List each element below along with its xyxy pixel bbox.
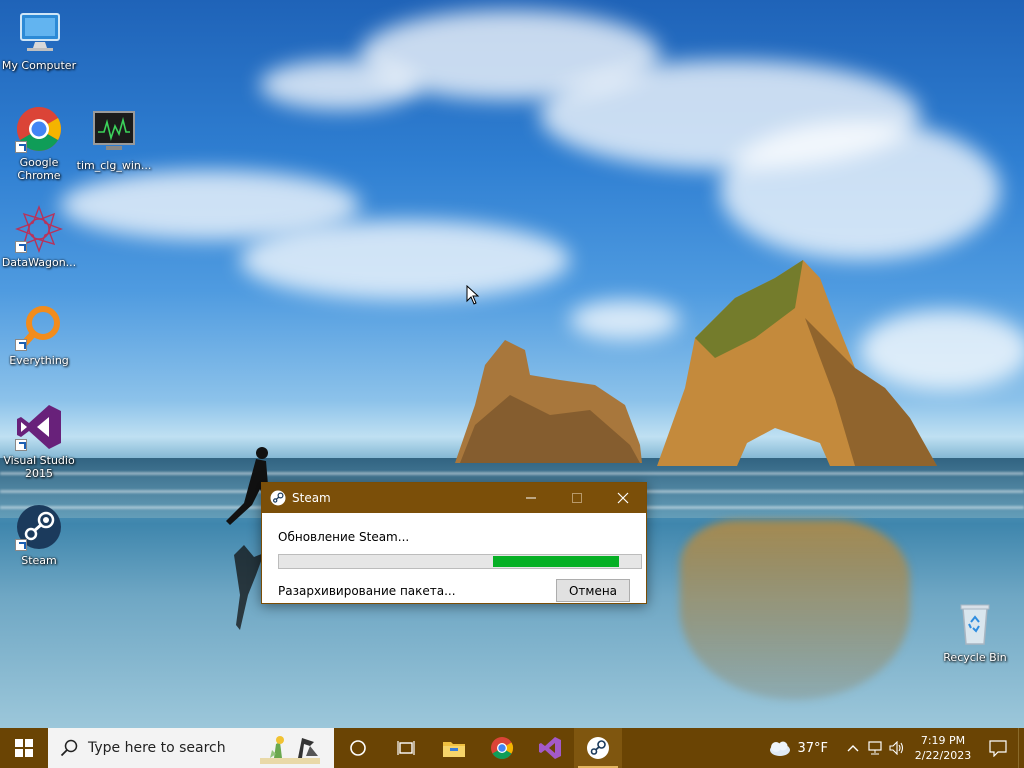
update-progress-bar xyxy=(278,554,642,569)
desktop-icon-tim-clg[interactable]: tim_clg_win... xyxy=(75,108,153,172)
windows-logo-icon xyxy=(15,739,33,757)
taskbar[interactable]: Type here to search 37°F 7:19 PM 2/22/20… xyxy=(0,728,1024,768)
volume-button[interactable] xyxy=(886,728,908,768)
large-rock-arch xyxy=(657,260,937,466)
taskbar-visual-studio[interactable] xyxy=(526,728,574,768)
wallpaper-cloud xyxy=(240,220,570,300)
weather-widget[interactable]: 37°F xyxy=(764,738,828,758)
desktop-icon-label: Google Chrome xyxy=(17,156,61,182)
file-explorer-icon xyxy=(443,742,465,757)
speaker-icon xyxy=(889,741,904,755)
wallpaper-cloud xyxy=(720,120,1000,260)
update-status-text: Обновление Steam... xyxy=(278,530,410,544)
shortcut-arrow-icon xyxy=(15,539,27,551)
minimize-button[interactable] xyxy=(508,483,554,513)
desktop-icon-datawagon[interactable]: DataWagon... xyxy=(0,205,78,269)
monitor-graph-icon xyxy=(93,111,135,150)
system-tray: 37°F 7:19 PM 2/22/2023 xyxy=(764,728,1024,768)
desktop-icon-label: Steam xyxy=(21,554,57,567)
desktop-icon-everything[interactable]: Everything xyxy=(0,303,78,367)
action-center-button[interactable] xyxy=(978,728,1018,768)
desktop-icon-label: My Computer xyxy=(1,59,77,72)
close-icon xyxy=(617,492,629,504)
desktop-icon-visual-studio[interactable]: Visual Studio 2015 xyxy=(0,403,78,480)
clock-time: 7:19 PM xyxy=(920,734,966,747)
close-button[interactable] xyxy=(600,483,646,513)
desktop-icon-label: Visual Studio 2015 xyxy=(3,454,75,480)
taskbar-clock[interactable]: 7:19 PM 2/22/2023 xyxy=(908,733,978,763)
task-view-button[interactable] xyxy=(382,728,430,768)
desktop-icon-label: tim_clg_win... xyxy=(76,159,152,172)
shortcut-arrow-icon xyxy=(15,241,27,253)
task-view-icon xyxy=(397,741,415,755)
desktop-icon-label: DataWagon... xyxy=(1,256,77,269)
clock-date: 2/22/2023 xyxy=(914,749,972,762)
start-button[interactable] xyxy=(0,728,48,768)
cortana-circle-icon xyxy=(350,740,366,756)
cortana-button[interactable] xyxy=(334,728,382,768)
network-icon xyxy=(868,741,882,755)
show-hidden-icons-button[interactable] xyxy=(842,728,864,768)
steam-icon xyxy=(587,737,609,759)
desktop[interactable]: My Computer Google Chrome tim_clg_win... xyxy=(0,0,1024,728)
dialog-title: Steam xyxy=(292,491,331,505)
desktop-icon-recycle-bin[interactable]: Recycle Bin xyxy=(936,600,1014,664)
shortcut-arrow-icon xyxy=(15,439,27,451)
dialog-titlebar[interactable]: Steam xyxy=(262,483,646,513)
computer-icon xyxy=(20,13,60,51)
chrome-icon xyxy=(491,737,513,759)
weather-temp: 37°F xyxy=(797,740,828,756)
rock-reflection xyxy=(680,520,910,700)
search-placeholder: Type here to search xyxy=(88,740,226,756)
maximize-button xyxy=(554,483,600,513)
taskbar-chrome[interactable] xyxy=(478,728,526,768)
search-icon xyxy=(60,739,78,757)
shortcut-arrow-icon xyxy=(15,141,27,153)
wallpaper-cloud xyxy=(260,60,420,110)
show-desktop-button[interactable] xyxy=(1018,728,1024,768)
desktop-icon-my-computer[interactable]: My Computer xyxy=(0,8,78,72)
taskbar-steam[interactable] xyxy=(574,728,622,768)
notification-icon xyxy=(989,740,1007,757)
small-rock xyxy=(455,340,642,463)
progress-fill xyxy=(492,556,620,567)
taskbar-search-box[interactable]: Type here to search xyxy=(48,728,334,768)
unpack-status-text: Разархивирование пакета... xyxy=(278,583,456,598)
steam-update-dialog[interactable]: Steam Обновление Steam... Разархивирован… xyxy=(261,482,647,604)
taskbar-file-explorer[interactable] xyxy=(430,728,478,768)
desktop-icon-google-chrome[interactable]: Google Chrome xyxy=(0,105,78,182)
network-button[interactable] xyxy=(864,728,886,768)
cancel-button[interactable]: Отмена xyxy=(556,579,630,602)
desktop-icon-steam[interactable]: Steam xyxy=(0,503,78,567)
maximize-icon xyxy=(572,493,582,503)
minimize-icon xyxy=(526,497,536,499)
desktop-icon-label: Recycle Bin xyxy=(943,651,1007,664)
shortcut-arrow-icon xyxy=(15,339,27,351)
recycle-bin-icon xyxy=(960,604,990,645)
desktop-icon-label: Everything xyxy=(9,354,69,367)
cloud-weather-icon xyxy=(770,741,791,756)
chevron-up-icon xyxy=(847,745,859,752)
visual-studio-icon xyxy=(539,737,561,759)
steam-icon xyxy=(270,490,286,506)
mouse-cursor-icon xyxy=(466,285,480,305)
search-highlight-decoration-icon xyxy=(260,736,320,764)
wallpaper-wave xyxy=(0,472,1024,475)
